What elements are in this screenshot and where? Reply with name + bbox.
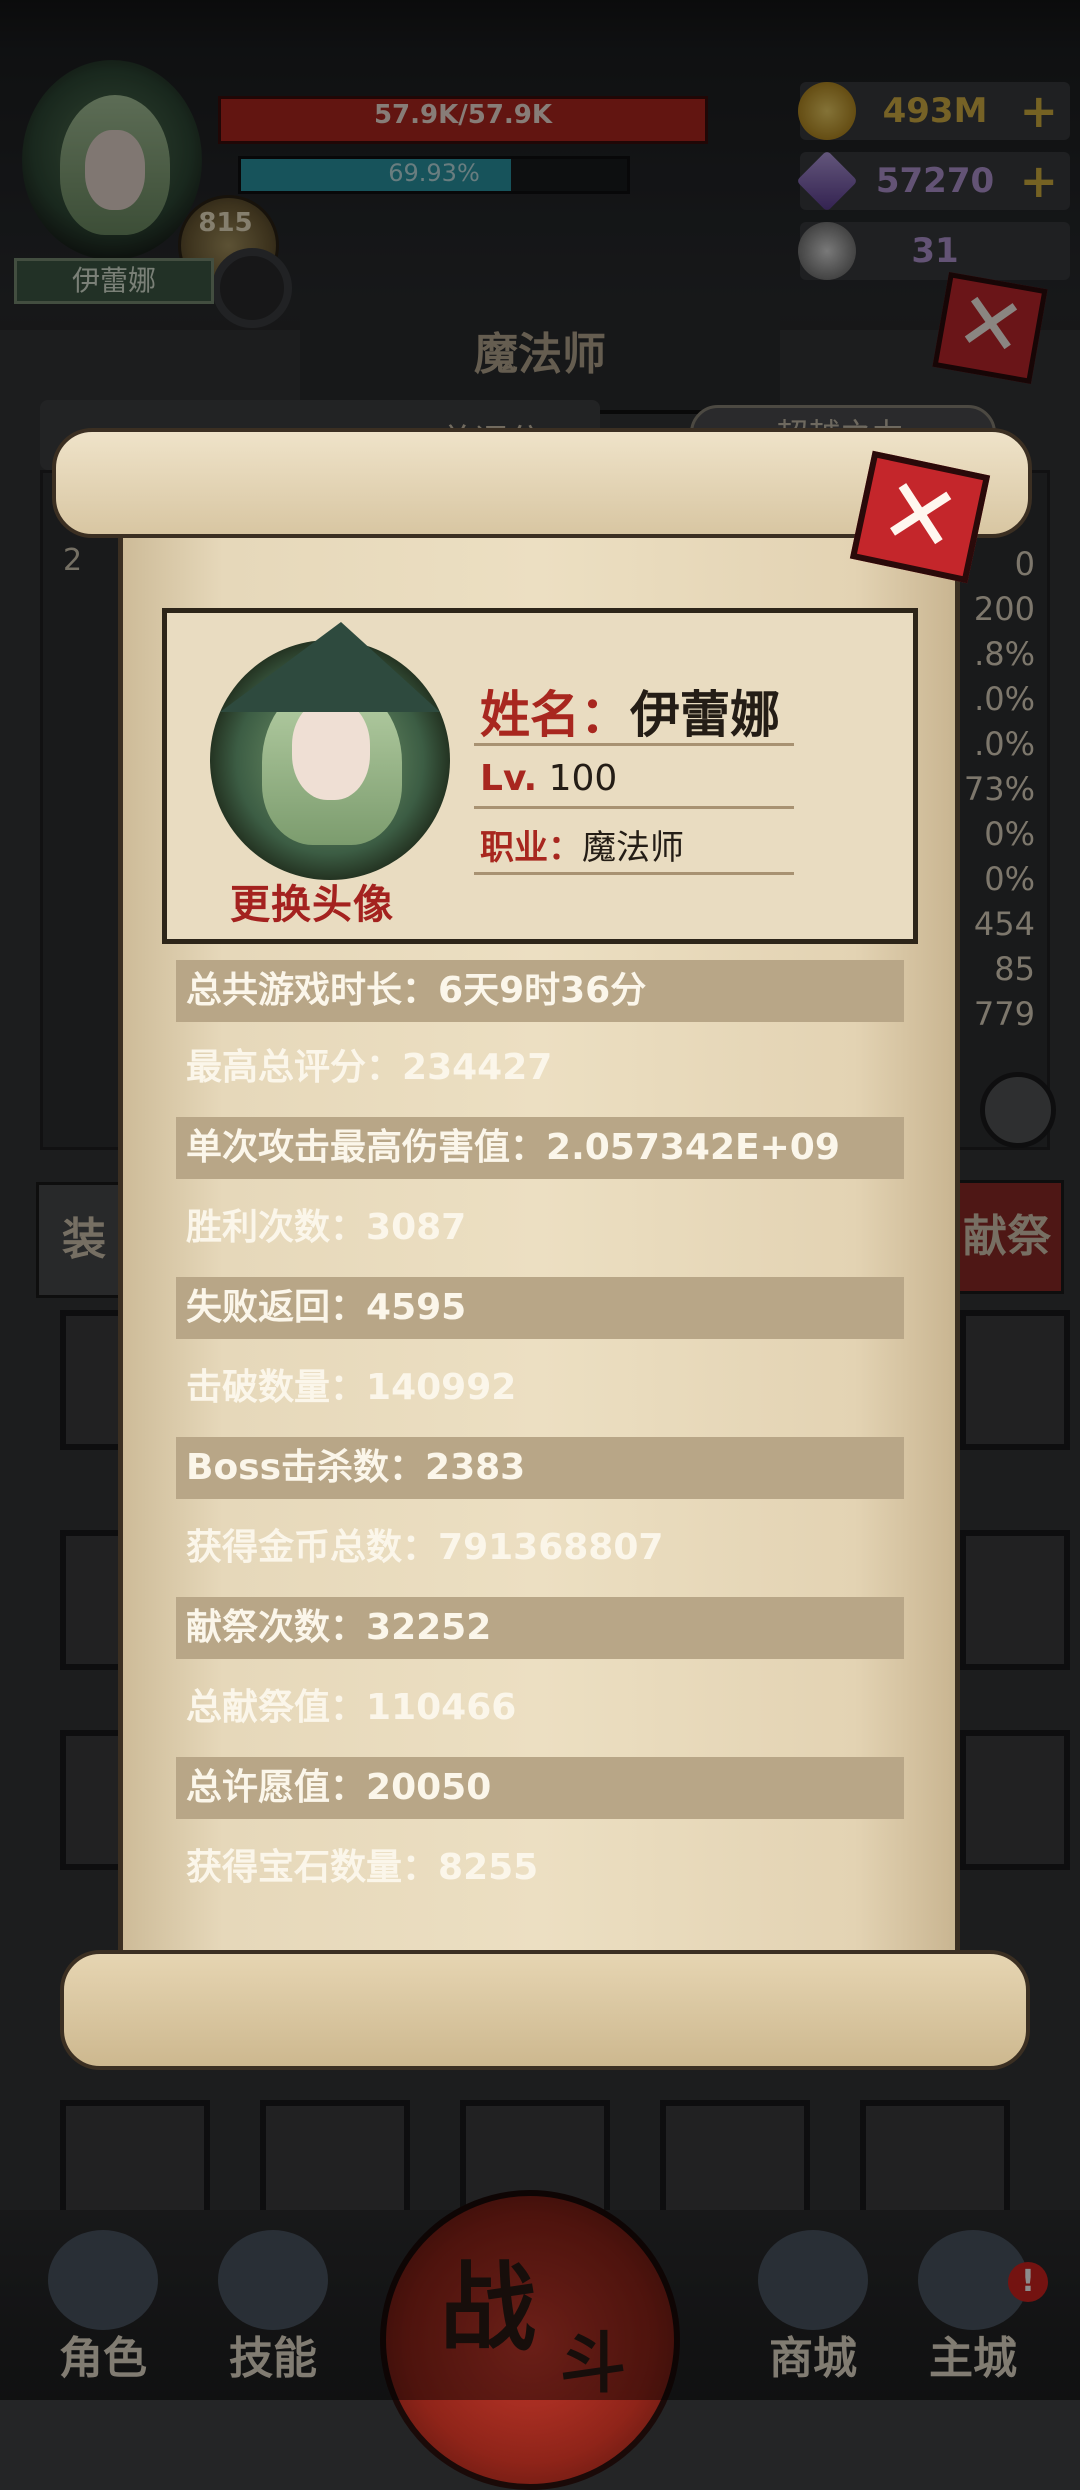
stat-row-max-damage: 单次攻击最高伤害值：2.057342E+09	[176, 1117, 904, 1179]
stat-label: Boss击杀数：	[186, 1447, 426, 1488]
close-icon: ✕	[871, 455, 970, 576]
stat-value: 32252	[366, 1607, 492, 1648]
stat-value: 20050	[366, 1767, 492, 1808]
stat-value: 2.057342E+09	[546, 1127, 840, 1168]
portrait-face	[292, 700, 370, 800]
stat-row-kills: 击破数量：140992	[176, 1357, 904, 1419]
stat-label: 击破数量：	[186, 1367, 367, 1408]
stat-value: 4595	[366, 1287, 467, 1328]
stat-label: 总许愿值：	[186, 1767, 367, 1808]
job-label: 职业：	[480, 828, 582, 868]
level-row: Lv. 100	[480, 758, 617, 799]
stat-value: 234427	[402, 1047, 553, 1088]
stat-row-sacrifice-total: 总献祭值：110466	[176, 1677, 904, 1739]
stat-label: 单次攻击最高伤害值：	[186, 1127, 547, 1168]
stat-row-wish-total: 总许愿值：20050	[176, 1757, 904, 1819]
stat-label: 总共游戏时长：	[186, 970, 439, 1011]
job-value: 魔法师	[582, 828, 684, 868]
divider	[474, 743, 794, 746]
stat-value: 8255	[438, 1847, 539, 1888]
stat-row-wins: 胜利次数：3087	[176, 1197, 904, 1259]
stat-row-gold-total: 获得金币总数：791368807	[176, 1517, 904, 1579]
stat-row-best-score: 最高总评分：234427	[176, 1037, 904, 1099]
scroll-bottom-roll	[60, 1950, 1030, 2070]
divider	[474, 872, 794, 875]
stat-label: 胜利次数：	[186, 1207, 367, 1248]
stat-label: 最高总评分：	[186, 1047, 403, 1088]
stat-label: 总献祭值：	[186, 1687, 367, 1728]
divider	[474, 806, 794, 809]
level-value: 100	[548, 758, 618, 799]
stat-row-playtime: 总共游戏时长：6天9时36分	[176, 960, 904, 1022]
name-value: 伊蕾娜	[630, 686, 780, 744]
stat-value: 791368807	[438, 1527, 664, 1568]
name-label: 姓名：	[480, 686, 630, 744]
name-row: 姓名：伊蕾娜	[480, 675, 780, 747]
stat-label: 献祭次数：	[186, 1607, 367, 1648]
stat-value: 6天9时36分	[438, 970, 647, 1011]
stat-value: 3087	[366, 1207, 467, 1248]
stat-label: 获得金币总数：	[186, 1527, 439, 1568]
stat-label: 获得宝石数量：	[186, 1847, 439, 1888]
stat-row-boss-kills: Boss击杀数：2383	[176, 1437, 904, 1499]
stat-value: 2383	[425, 1447, 526, 1488]
stat-label: 失败返回：	[186, 1287, 367, 1328]
stat-row-retreats: 失败返回：4595	[176, 1277, 904, 1339]
stat-value: 110466	[366, 1687, 517, 1728]
stat-row-sacrifice-count: 献祭次数：32252	[176, 1597, 904, 1659]
level-label: Lv.	[480, 758, 538, 799]
job-row: 职业：魔法师	[480, 820, 684, 869]
stat-row-gems: 获得宝石数量：8255	[176, 1837, 904, 1899]
change-avatar-button[interactable]: 更换头像	[230, 872, 394, 930]
stat-value: 140992	[366, 1367, 517, 1408]
